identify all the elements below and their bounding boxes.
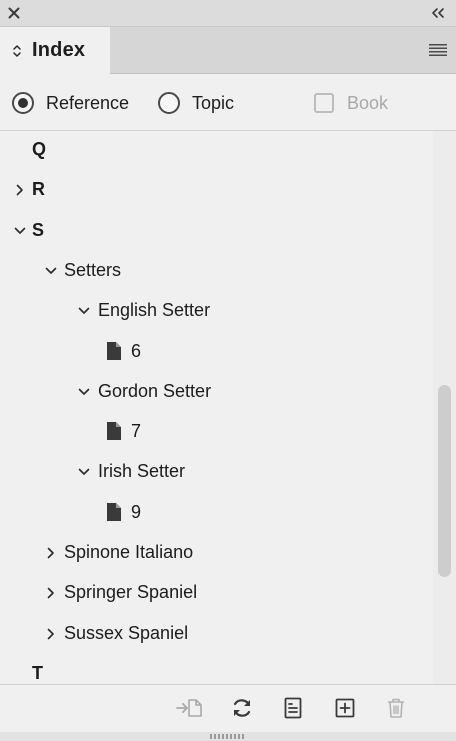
book-checkbox-label[interactable]: Book — [347, 93, 388, 114]
index-entry-tree[interactable]: Q R S Setters English Setter 6 Gordon Setter 7 I… — [0, 131, 432, 684]
index-topic-spinone-italiano[interactable]: Spinone Italiano — [0, 533, 432, 573]
page-number-label: 7 — [131, 421, 142, 442]
entry-label: Q — [32, 139, 47, 159]
page-icon — [107, 341, 121, 360]
entry-label: Setters — [64, 259, 122, 280]
trash-icon — [388, 698, 404, 718]
index-topic-gordon-setter[interactable]: Gordon Setter — [0, 372, 432, 412]
page-reference-row[interactable]: 9 — [0, 493, 432, 533]
index-section-t[interactable]: T — [0, 654, 432, 684]
index-topic-sussex-spaniel[interactable]: Sussex Spaniel — [0, 614, 432, 654]
entry-label: R — [32, 179, 45, 200]
tab-index[interactable]: Index — [0, 27, 110, 74]
index-section-s[interactable]: S — [0, 211, 432, 251]
double-chevron-left-icon — [432, 8, 444, 18]
updown-chevron-icon — [11, 43, 23, 59]
chevron-right-icon[interactable] — [14, 182, 26, 198]
chevron-down-icon[interactable] — [45, 263, 57, 279]
tab-title: Index — [32, 39, 86, 61]
panel-resize-grip[interactable] — [0, 732, 456, 741]
panel-tab-row: Index — [0, 27, 456, 74]
panel-menu-button[interactable] — [428, 42, 448, 58]
index-topic-setters[interactable]: Setters — [0, 251, 432, 291]
entry-label: Irish Setter — [98, 461, 186, 482]
grip-lines — [210, 734, 246, 739]
entry-label: Springer Spaniel — [64, 582, 198, 603]
close-icon — [8, 7, 20, 19]
chevron-right-icon[interactable] — [45, 626, 57, 642]
index-section-q[interactable]: Q — [0, 131, 432, 170]
new-entry-icon — [335, 698, 355, 718]
book-checkbox[interactable] — [314, 93, 334, 113]
entry-label: S — [32, 219, 45, 240]
page-reference-row[interactable]: 6 — [0, 332, 432, 372]
topic-radio-label[interactable]: Topic — [192, 93, 234, 114]
chevron-down-icon[interactable] — [78, 303, 90, 319]
panel-title-bar — [0, 0, 456, 27]
entry-label: Sussex Spaniel — [64, 622, 189, 643]
page-icon — [107, 422, 121, 441]
page-reference-row[interactable]: 7 — [0, 412, 432, 452]
close-button[interactable] — [5, 4, 23, 22]
panel-menu-icon — [429, 44, 447, 56]
topic-radio[interactable] — [158, 92, 180, 114]
page-number-label: 9 — [131, 501, 142, 522]
update-preview-button[interactable] — [229, 695, 255, 721]
index-topic-english-setter[interactable]: English Setter — [0, 291, 432, 331]
refresh-icon — [233, 699, 251, 717]
panel-bottom-toolbar — [0, 684, 456, 733]
chevron-right-icon[interactable] — [45, 545, 57, 561]
entry-label: Gordon Setter — [98, 380, 212, 401]
tree-scrollbar-thumb[interactable] — [438, 385, 451, 577]
index-section-r[interactable]: R — [0, 170, 432, 210]
new-entry-button[interactable] — [332, 695, 358, 721]
index-topic-irish-setter[interactable]: Irish Setter — [0, 452, 432, 492]
generate-index-icon — [284, 697, 302, 719]
index-panel: Index Reference Topic Book Q R S Setters Eng… — [0, 0, 456, 741]
radio-selected-dot — [18, 98, 28, 108]
reference-radio-label[interactable]: Reference — [46, 93, 129, 114]
index-topic-springer-spaniel[interactable]: Springer Spaniel — [0, 573, 432, 613]
delete-entry-button[interactable] — [383, 695, 409, 721]
page-number-label: 6 — [131, 340, 142, 361]
entry-label: Spinone Italiano — [64, 542, 194, 562]
page-icon — [107, 502, 121, 521]
chevron-right-icon[interactable] — [45, 585, 57, 601]
entry-label: T — [32, 662, 43, 683]
go-to-reference-button[interactable] — [176, 695, 202, 721]
chevron-down-icon[interactable] — [78, 464, 90, 480]
reference-radio[interactable] — [12, 92, 34, 114]
tree-scrollbar-track[interactable] — [433, 131, 456, 684]
index-mode-options: Reference Topic Book — [0, 74, 456, 131]
chevron-down-icon[interactable] — [78, 384, 90, 400]
go-to-reference-icon — [176, 699, 202, 717]
entry-label: English Setter — [98, 300, 211, 321]
collapse-panel-button[interactable] — [428, 4, 448, 22]
chevron-down-icon[interactable] — [14, 223, 26, 239]
generate-index-button[interactable] — [280, 695, 306, 721]
